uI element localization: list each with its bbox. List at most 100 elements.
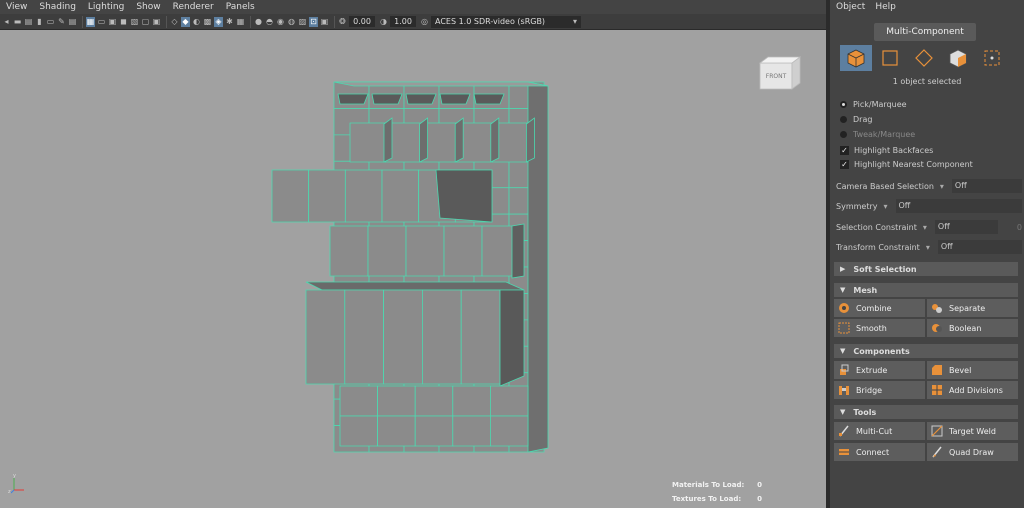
block-front-face [271,169,310,223]
smooth-shade-icon[interactable]: ◆ [181,16,190,27]
viewcube[interactable]: FRONT [758,55,802,91]
textured-icon[interactable]: ▩ [203,17,212,27]
quad-draw-button[interactable]: Quad Draw [927,443,1018,461]
wireframe-on-shaded-icon[interactable]: ◈ [214,16,223,27]
box-side-face [490,117,500,163]
drag-option[interactable]: Drag [840,113,872,125]
lower-wall-face [489,415,529,447]
camera-select-icon[interactable]: ◂ [2,17,11,27]
combine-button[interactable]: Combine [834,299,925,317]
smooth-button[interactable]: Smooth [834,319,925,337]
xray-icon[interactable]: ⊡ [309,16,318,27]
image-plane-icon[interactable]: ▭ [46,17,55,27]
slot-face [405,93,437,105]
connect-button[interactable]: Connect [834,443,925,461]
selection-constraint-value[interactable]: Off [934,220,998,234]
extrude-button[interactable]: Extrude [834,361,925,379]
lower-wall-face [489,385,529,417]
pick-marquee-label: Pick/Marquee [853,99,907,109]
camera-based-selection-value[interactable]: Off [951,179,1022,193]
default-material-icon[interactable]: ◐ [192,17,201,27]
selection-constraint-number[interactable]: 0 [1002,223,1022,232]
soft-selection-header[interactable]: ▶ Soft Selection [834,262,1018,276]
exposure-field[interactable]: 0.00 [349,16,375,27]
target-weld-label: Target Weld [949,426,996,436]
boolean-button[interactable]: Boolean [927,319,1018,337]
bridge-button[interactable]: Bridge [834,381,925,399]
color-management-icon[interactable]: ◎ [420,17,429,27]
face-mode-button[interactable] [874,45,906,71]
grease-pencil-icon[interactable]: ✎ [57,17,66,27]
camera-based-selection-row[interactable]: Camera Based Selection ▾ Off [836,178,1022,194]
view-transform-select[interactable]: ACES 1.0 SDR-video (sRGB) [431,15,581,28]
multi-component-button[interactable]: Multi-Component [874,23,976,41]
mesh-section-header[interactable]: ▼ Mesh [834,283,1018,297]
safe-title-icon[interactable]: ▣ [152,17,161,27]
block-front-face [308,169,346,223]
field-chart-icon[interactable]: ▧ [130,17,139,27]
tools-section-header[interactable]: ▼ Tools [834,405,1018,419]
menu-help[interactable]: Help [875,2,896,12]
menu-panels[interactable]: Panels [226,2,255,12]
menu-show[interactable]: Show [136,2,160,12]
bookmark-icon[interactable]: ▮ [35,17,44,27]
gamma-icon[interactable]: ◑ [379,17,388,27]
chevron-down-icon: ▾ [939,181,944,191]
grid-icon[interactable]: ▦ [86,16,95,27]
target-weld-button[interactable]: Target Weld [927,422,1018,440]
radio-on-icon [840,100,847,108]
box-front-face [349,122,387,163]
uv-mode-button[interactable] [942,45,974,71]
depth-of-field-icon[interactable]: ◍ [287,17,296,27]
safe-action-icon[interactable]: ▢ [141,17,150,27]
transform-constraint-row[interactable]: Transform Constraint ▾ Off [836,239,1022,255]
menu-view[interactable]: View [6,2,27,12]
menu-shading[interactable]: Shading [39,2,76,12]
pick-marquee-option[interactable]: Pick/Marquee [840,98,907,110]
materials-label: Materials To Load: [672,481,745,489]
film-gate-icon[interactable]: ▭ [97,17,106,27]
menu-lighting[interactable]: Lighting [88,2,124,12]
motion-blur-icon[interactable]: ◓ [265,17,274,27]
selection-constraint-row[interactable]: Selection Constraint ▾ Off 0 [836,219,1022,235]
xray-joints-icon[interactable]: ▣ [320,17,329,27]
boolean-label: Boolean [949,323,982,333]
viewport-toolbar: ◂ ▬ ▤ ▮ ▭ ✎ ▤ ▦ ▭ ▣ ◼ ▧ ▢ ▣ ◇ ◆ ◐ ▩ ◈ ✱ … [0,14,826,30]
add-divisions-button[interactable]: Add Divisions [927,381,1018,399]
highlight-nearest-checkbox[interactable]: ✓ Highlight Nearest Component [840,158,973,170]
wireframe-icon[interactable]: ◇ [170,17,179,27]
anti-aliasing-icon[interactable]: ◉ [276,17,285,27]
symmetry-row[interactable]: Symmetry ▾ Off [836,198,1022,214]
highlight-backfaces-label: Highlight Backfaces [854,145,934,155]
menu-renderer[interactable]: Renderer [173,2,214,12]
highlight-backfaces-checkbox[interactable]: ✓ Highlight Backfaces [840,144,933,156]
viewport-panel[interactable]: View Shading Lighting Show Renderer Pane… [0,0,826,508]
vertex-mode-button[interactable] [908,45,940,71]
2d-pan-icon[interactable]: ▤ [68,17,77,27]
chevron-right-icon: ▶ [840,265,846,273]
menu-object[interactable]: Object [836,2,865,12]
resolution-gate-icon[interactable]: ▣ [108,17,117,27]
symmetry-value[interactable]: Off [895,199,1022,213]
hud-load-info: Materials To Load: 0 Textures To Load: 0 [672,478,822,506]
box-side-face [526,117,535,163]
object-mode-button[interactable] [840,45,872,71]
tweak-marquee-option[interactable]: Tweak/Marquee [840,128,915,140]
gate-mask-icon[interactable]: ◼ [119,17,128,27]
camera-icon[interactable]: ▬ [13,17,22,27]
separate-button[interactable]: Separate [927,299,1018,317]
gamma-field[interactable]: 1.00 [390,16,416,27]
use-all-lights-icon[interactable]: ✱ [225,17,234,27]
lower-wall-face [452,415,491,447]
components-section-header[interactable]: ▼ Components [834,344,1018,358]
ambient-occlusion-icon[interactable]: ● [254,17,263,27]
component-mode-button[interactable] [976,45,1008,71]
bevel-button[interactable]: Bevel [927,361,1018,379]
shadows-icon[interactable]: ▦ [236,17,245,27]
multi-cut-button[interactable]: Multi-Cut [834,422,925,440]
transform-constraint-value[interactable]: Off [937,240,1022,254]
attributes-icon[interactable]: ▤ [24,17,33,27]
isolate-select-icon[interactable]: ▨ [298,17,307,27]
3d-scene[interactable] [0,30,826,508]
exposure-icon[interactable]: ❂ [338,17,347,27]
